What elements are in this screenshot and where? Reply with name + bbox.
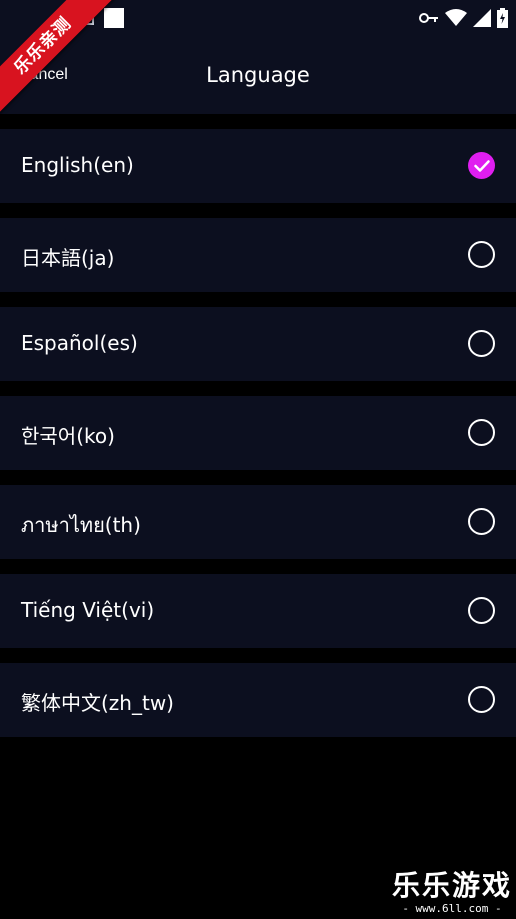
battery-charging-icon [497,8,508,28]
status-bar [0,0,516,36]
language-list: English(en) 日本語(ja) Español(es) 한국어(ko) … [0,129,516,752]
language-label: 한국어(ko) [21,424,115,448]
status-right-icons [419,8,508,28]
app-header: Cancel Language [0,36,516,114]
radio-empty-icon[interactable] [468,597,495,624]
square-icon [104,8,124,28]
language-label: Español(es) [21,331,138,355]
image-icon [80,11,94,25]
site-watermark: 乐乐游戏 - www.6ll.com - [392,864,512,915]
language-option-en[interactable]: English(en) [0,129,516,203]
key-icon [419,11,439,25]
check-circle-icon[interactable] [468,152,495,179]
signal-icon [473,9,491,27]
language-label: English(en) [21,153,134,177]
radio-empty-icon[interactable] [468,686,495,713]
language-option-es[interactable]: Español(es) [0,307,516,381]
language-option-th[interactable]: ภาษาไทย(th) [0,485,516,559]
radio-empty-icon[interactable] [468,419,495,446]
radio-empty-icon[interactable] [468,330,495,357]
page-title: Language [206,63,310,87]
language-label: ภาษาไทย(th) [21,513,141,537]
status-left-icons [80,8,124,28]
language-option-ko[interactable]: 한국어(ko) [0,396,516,470]
language-label: 日本語(ja) [21,246,115,270]
watermark-title: 乐乐游戏 [391,869,512,902]
radio-empty-icon[interactable] [468,508,495,535]
wifi-icon [445,9,467,27]
watermark-url: - www.6ll.com - [402,902,502,915]
language-label: 繁体中文(zh_tw) [21,691,174,715]
language-option-zh-tw[interactable]: 繁体中文(zh_tw) [0,663,516,737]
radio-empty-icon[interactable] [468,241,495,268]
language-option-ja[interactable]: 日本語(ja) [0,218,516,292]
language-option-vi[interactable]: Tiếng Việt(vi) [0,574,516,648]
language-label: Tiếng Việt(vi) [21,598,155,622]
